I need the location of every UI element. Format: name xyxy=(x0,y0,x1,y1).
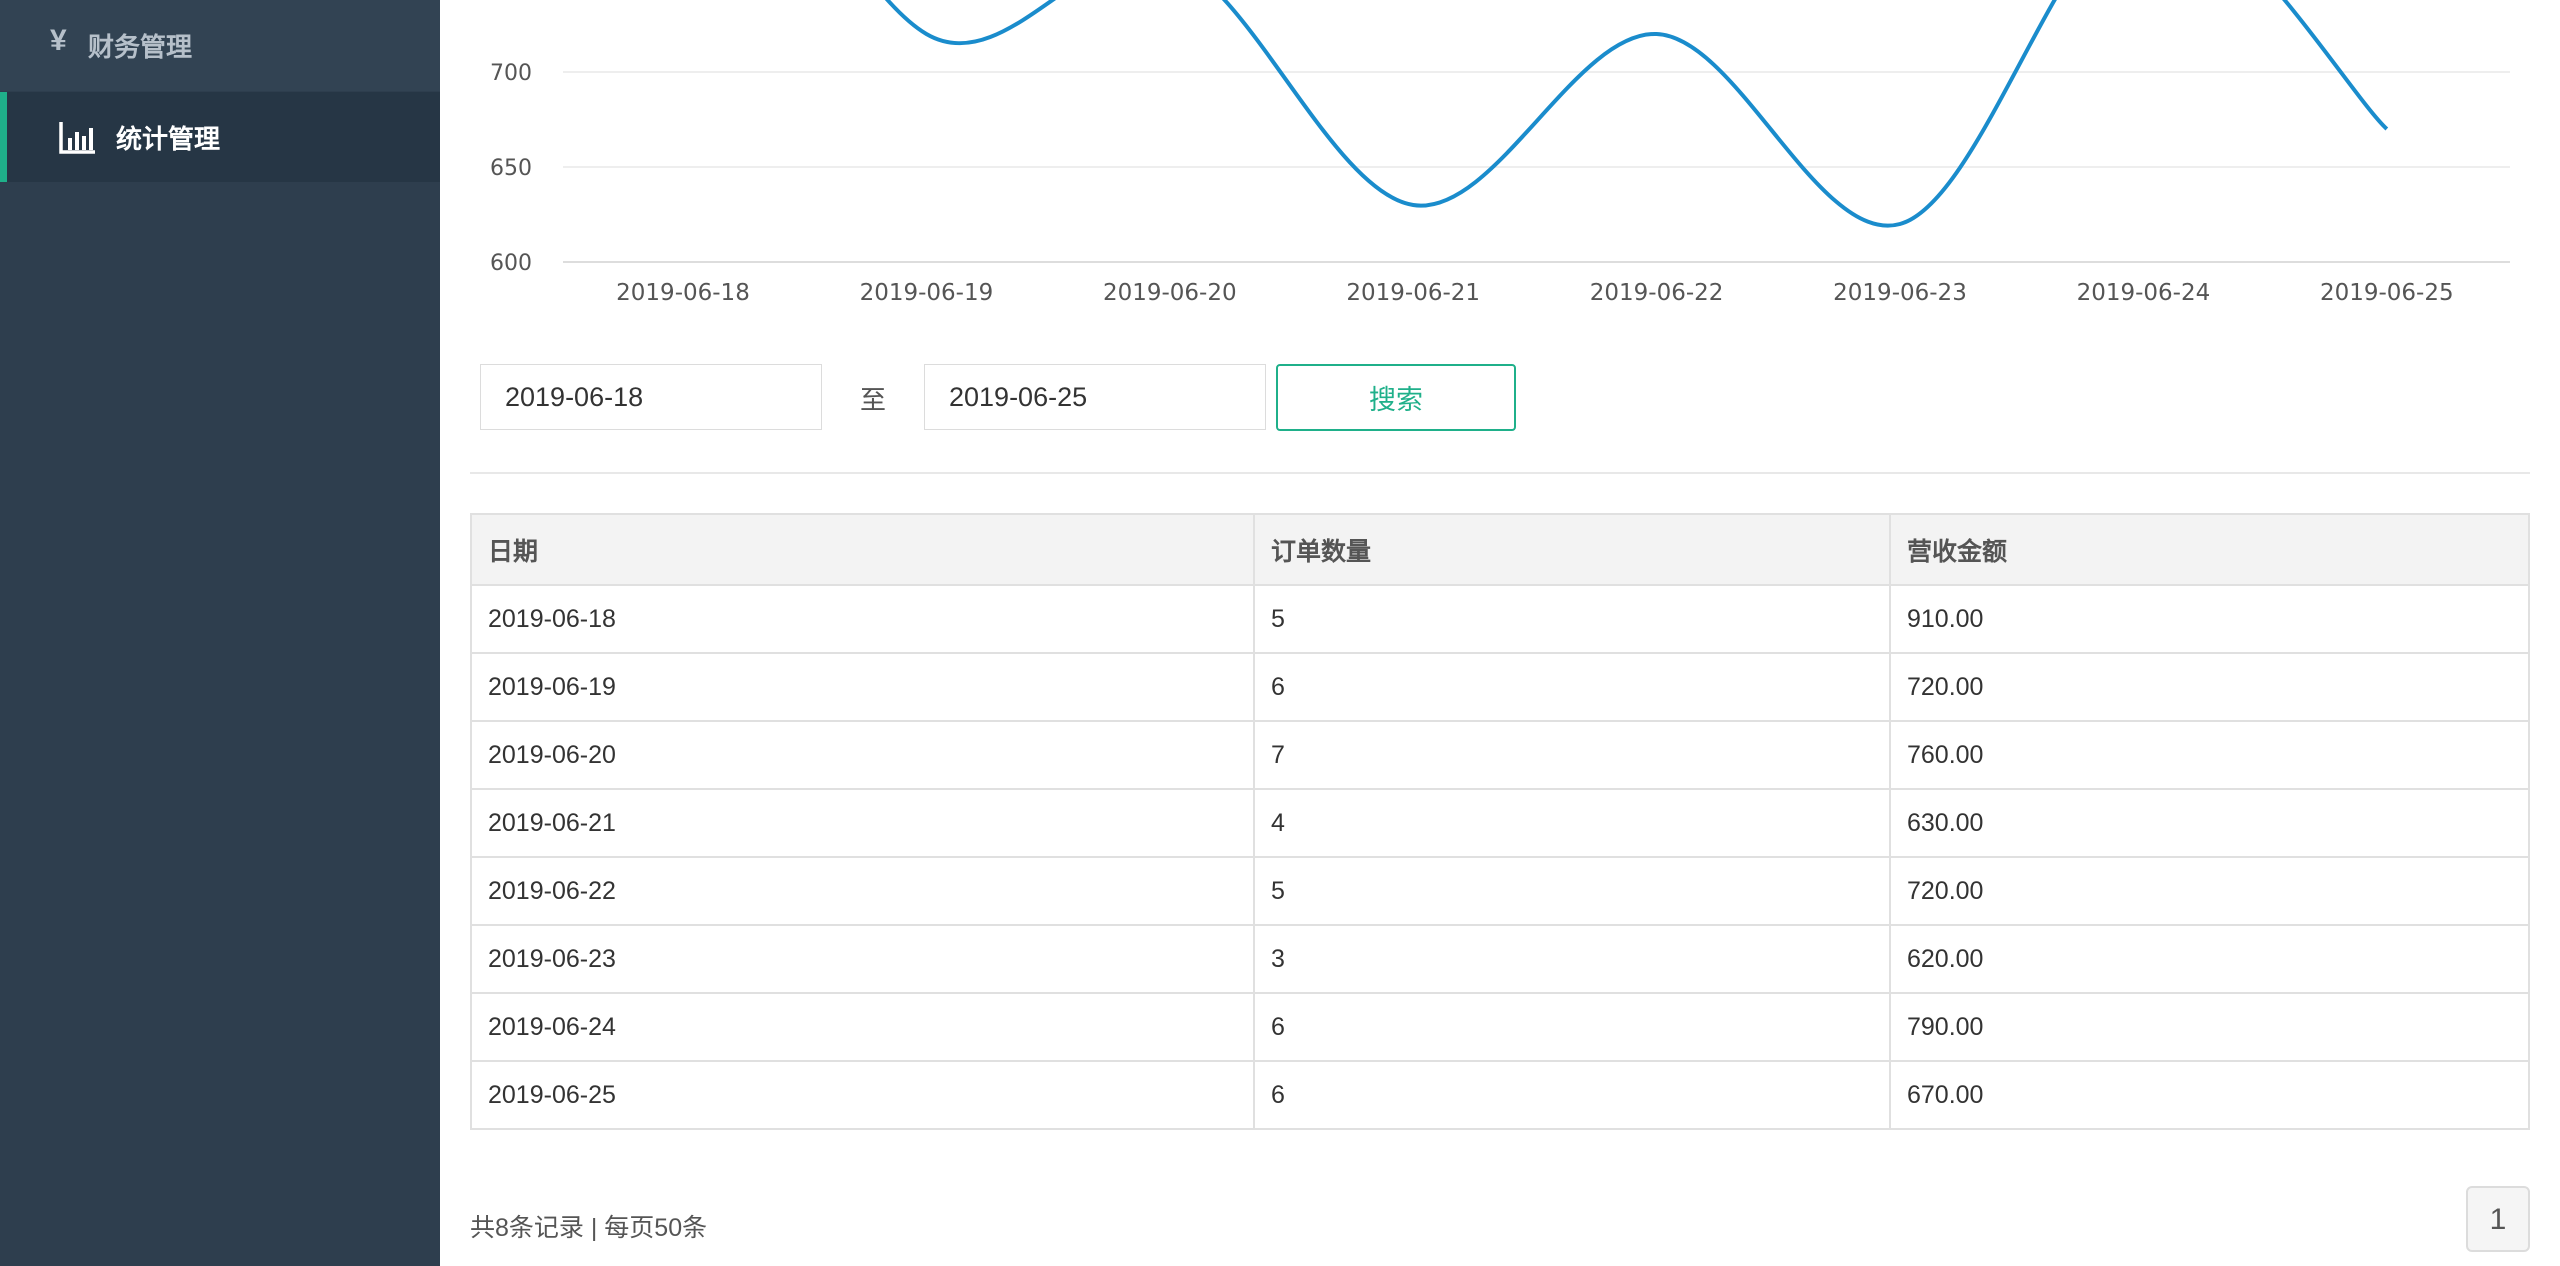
date-to-input[interactable] xyxy=(924,364,1266,430)
y-tick-label: 600 xyxy=(490,251,532,276)
cell-revenue: 620.00 xyxy=(1889,924,2530,994)
cell-date: 2019-06-24 xyxy=(470,992,1255,1062)
series-line xyxy=(884,0,2389,228)
cell-date: 2019-06-20 xyxy=(470,720,1255,790)
column-header-orders: 订单数量 xyxy=(1253,513,1891,586)
to-label: 至 xyxy=(860,385,887,415)
data-point[interactable] xyxy=(1654,31,1660,37)
cell-orders: 6 xyxy=(1253,1060,1891,1130)
cell-date: 2019-06-19 xyxy=(470,652,1255,722)
cell-revenue: 670.00 xyxy=(1889,1060,2530,1130)
sidebar-item-statistics[interactable]: 统计管理 xyxy=(0,92,440,182)
sidebar-item-label: 统计管理 xyxy=(116,123,221,154)
revenue-line-chart: 600 650 700 2019-06-18 2019-06-19 2019-06-20 2… xyxy=(490,0,2510,306)
cell-date: 2019-06-21 xyxy=(470,788,1255,858)
cell-revenue: 630.00 xyxy=(1889,788,2530,858)
column-header-date: 日期 xyxy=(470,513,1255,586)
x-tick-label: 2019-06-18 xyxy=(616,280,750,306)
date-from-input[interactable] xyxy=(480,364,822,430)
y-tick-label: 700 xyxy=(490,61,532,86)
x-tick-label: 2019-06-20 xyxy=(1103,280,1237,306)
cell-revenue: 720.00 xyxy=(1889,856,2530,926)
x-tick-label: 2019-06-21 xyxy=(1346,280,1480,306)
cell-orders: 3 xyxy=(1253,924,1891,994)
statistics-table: 日期 订单数量 营收金额 2019-06-18 5 910.00 2019-06… xyxy=(470,513,2530,1130)
table-row: 2019-06-25 6 670.00 xyxy=(470,1060,2530,1130)
cell-orders: 4 xyxy=(1253,788,1891,858)
data-point[interactable] xyxy=(1410,202,1416,208)
table-row: 2019-06-23 3 620.00 xyxy=(470,924,2530,994)
column-header-revenue: 营收金额 xyxy=(1889,513,2530,586)
table-row: 2019-06-18 5 910.00 xyxy=(470,584,2530,654)
cell-orders: 6 xyxy=(1253,652,1891,722)
table-row: 2019-06-21 4 630.00 xyxy=(470,788,2530,858)
cell-orders: 5 xyxy=(1253,584,1891,654)
table-row: 2019-06-19 6 720.00 xyxy=(470,652,2530,722)
cell-revenue: 760.00 xyxy=(1889,720,2530,790)
x-tick-label: 2019-06-23 xyxy=(1833,280,1967,306)
cell-revenue: 910.00 xyxy=(1889,584,2530,654)
sidebar-item-label: 财务管理 xyxy=(88,32,193,62)
x-tick-label: 2019-06-24 xyxy=(2077,280,2211,306)
sidebar-item-finance[interactable]: ¥ 财务管理 xyxy=(0,0,440,91)
cell-orders: 7 xyxy=(1253,720,1891,790)
cell-date: 2019-06-18 xyxy=(470,584,1255,654)
cell-date: 2019-06-22 xyxy=(470,856,1255,926)
data-point[interactable] xyxy=(923,31,929,37)
cell-date: 2019-06-25 xyxy=(470,1060,1255,1130)
data-point[interactable] xyxy=(1897,221,1903,227)
cell-revenue: 790.00 xyxy=(1889,992,2530,1062)
page-button[interactable]: 1 xyxy=(2466,1186,2530,1252)
table-row: 2019-06-20 7 760.00 xyxy=(470,720,2530,790)
table-header-row: 日期 订单数量 营收金额 xyxy=(470,513,2530,586)
cell-orders: 5 xyxy=(1253,856,1891,926)
y-tick-label: 650 xyxy=(490,156,532,181)
yen-icon: ¥ xyxy=(50,24,67,57)
sidebar: ¥ 财务管理 统计管理 xyxy=(0,0,440,1266)
table-row: 2019-06-22 5 720.00 xyxy=(470,856,2530,926)
x-tick-label: 2019-06-25 xyxy=(2320,280,2454,306)
x-tick-label: 2019-06-22 xyxy=(1590,280,1724,306)
cell-revenue: 720.00 xyxy=(1889,652,2530,722)
x-tick-label: 2019-06-19 xyxy=(860,280,994,306)
cell-orders: 6 xyxy=(1253,992,1891,1062)
data-point[interactable] xyxy=(2384,126,2390,132)
table-row: 2019-06-24 6 790.00 xyxy=(470,992,2530,1062)
divider xyxy=(470,472,2530,474)
pagination-info: 共8条记录 | 每页50条 xyxy=(470,1214,708,1242)
cell-date: 2019-06-23 xyxy=(470,924,1255,994)
bar-chart-icon xyxy=(59,122,95,154)
search-button[interactable]: 搜索 xyxy=(1276,364,1516,431)
